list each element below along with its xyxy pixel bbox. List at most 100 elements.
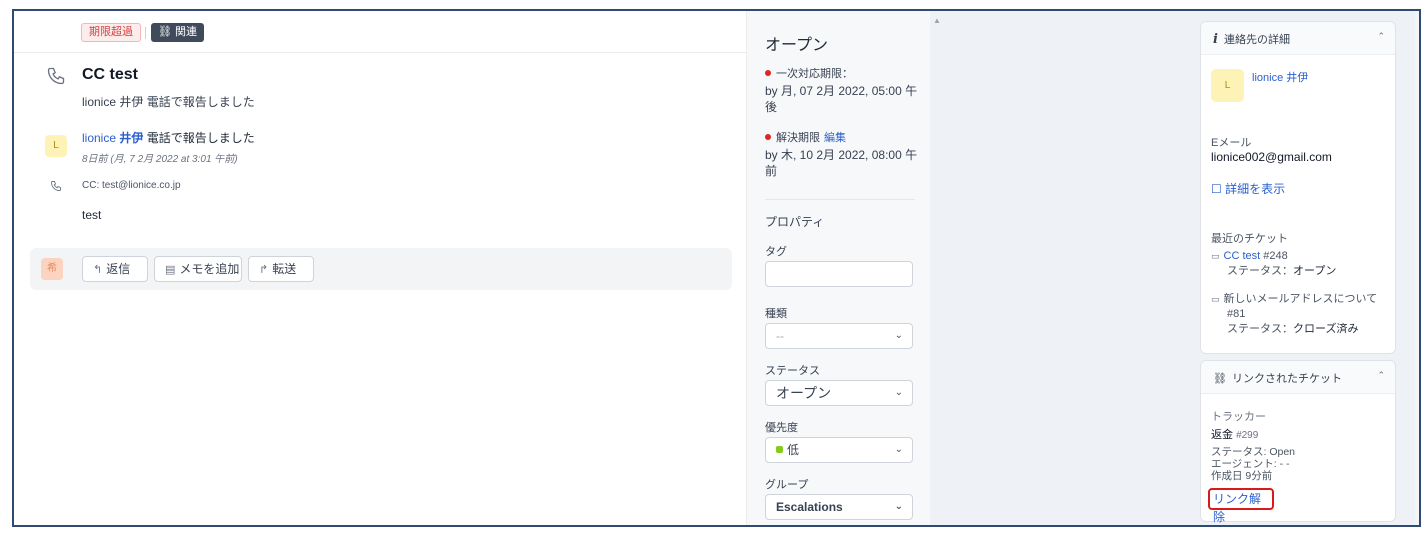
agent-avatar: 希 (41, 258, 63, 280)
reply-icon: ↰ (93, 264, 103, 276)
priority-value: 低 (787, 443, 800, 457)
contact-heading: 連絡先の詳細 (1223, 34, 1290, 46)
group-label: グループ (765, 479, 809, 491)
message-timestamp: 8日前 (月, 7 2月 2022 at 3:01 午前) (82, 154, 238, 165)
linked-ticket-agent: エージェント: - - (1211, 458, 1290, 470)
recent-ticket-title[interactable]: CC test (1224, 250, 1261, 262)
status-label: ステータス (765, 365, 820, 377)
linked-ticket-status: ステータス: Open (1211, 446, 1296, 458)
avatar: L (45, 135, 67, 157)
divider (765, 199, 915, 200)
view-details-link[interactable]: ☐ 詳細を表示 (1211, 180, 1285, 197)
add-note-button[interactable]: ▤ メモを追加 (154, 256, 242, 282)
ticket-icon: ▭ (1211, 251, 1220, 261)
resolution-due: by 木, 10 2月 2022, 08:00 午前 (765, 148, 918, 178)
first-response-text: 一次対応期限： (776, 68, 853, 80)
forward-icon: ↱ (259, 264, 269, 276)
resolution-text: 解決期限 (776, 132, 820, 144)
chevron-up-icon[interactable]: ⌃ (1377, 31, 1385, 42)
gutter (930, 11, 1200, 525)
recent-ticket-number: #81 (1227, 308, 1246, 320)
cc-line: CC: test@lionice.co.jp (82, 180, 181, 191)
priority-low-icon (776, 446, 783, 453)
reply-button[interactable]: ↰ 返信 (82, 256, 148, 282)
contact-card: i 連絡先の詳細 ⌃ L lionice 井伊 Eメール lionice002@g… (1200, 21, 1396, 354)
view-details-label: 詳細を表示 (1225, 182, 1286, 196)
overdue-dot-icon (765, 70, 771, 76)
chevron-down-icon: ⌄ (894, 444, 903, 455)
status-select[interactable]: オープン ⌄ (765, 380, 913, 406)
recent-ticket-item[interactable]: ▭ CC test #248 ステータス：オープン (1211, 249, 1391, 279)
forward-button[interactable]: ↱ 転送 (248, 256, 314, 282)
ticket-title: CC test (82, 66, 139, 83)
priority-select[interactable]: 低 ⌄ (765, 437, 913, 463)
recent-ticket-status: オープン (1293, 265, 1337, 277)
ticket-topbar: 期限超過 ⛓ 関連 (14, 11, 746, 53)
tracker-label: トラッカー (1211, 411, 1266, 423)
link-icon: ⛓ (1213, 373, 1227, 385)
linked-heading: リンクされたチケット (1231, 373, 1342, 385)
ticket-subtitle: lionice 井伊 電話で報告しました (82, 95, 255, 109)
chevron-down-icon: ⌄ (894, 330, 903, 341)
related-label: 関連 (175, 26, 198, 38)
recent-ticket-title[interactable]: 新しいメールアドレスについて (1224, 293, 1378, 305)
contact-card-header[interactable]: i 連絡先の詳細 ⌃ (1201, 22, 1395, 55)
right-sidebar: i 連絡先の詳細 ⌃ L lionice 井伊 Eメール lionice002@g… (1200, 11, 1419, 525)
first-response-label: 一次対応期限： (765, 65, 853, 81)
info-icon: i (1213, 32, 1218, 47)
external-link-icon: ☐ (1211, 182, 1226, 196)
group-value: Escalations (776, 500, 843, 514)
resolution-label: 解決期限 編集 (765, 129, 846, 145)
tags-input[interactable] (765, 261, 913, 287)
phone-icon (47, 67, 65, 85)
message-body: test (82, 208, 102, 222)
related-button[interactable]: ⛓ 関連 (151, 23, 205, 42)
first-response-due: by 月, 07 2月 2022, 05:00 午後 (765, 84, 918, 114)
note-icon: ▤ (165, 264, 176, 276)
properties-heading: プロパティ (765, 215, 825, 229)
email-label: Eメール (1211, 137, 1252, 149)
contact-name[interactable]: lionice 井伊 (1252, 69, 1308, 85)
app-frame: 期限超過 ⛓ 関連 CC test lionice 井伊 電話で報告しました L… (12, 9, 1421, 527)
message-header: lionice 井伊 電話で報告しました (82, 129, 255, 146)
ticket-icon: ▭ (1211, 294, 1220, 304)
recent-ticket-status: クローズ済み (1293, 323, 1359, 335)
tags-label: タグ (765, 246, 787, 258)
status-title: オープン (765, 37, 829, 54)
scroll-up-icon[interactable]: ▲ (933, 16, 941, 25)
group-select[interactable]: Escalations ⌄ (765, 494, 913, 520)
phone-icon (51, 181, 61, 191)
reply-label: 返信 (106, 262, 131, 276)
linked-ticket-number: #299 (1236, 430, 1259, 441)
recent-tickets-heading: 最近のチケット (1211, 233, 1288, 245)
unlink-button[interactable]: リンク解除 (1208, 488, 1274, 524)
type-value: -- (776, 329, 784, 343)
chevron-down-icon: ⌄ (894, 387, 903, 398)
recent-ticket-number: #248 (1263, 250, 1288, 262)
recent-ticket-item[interactable]: ▭ 新しいメールアドレスについて #81 ステータス：クローズ済み (1211, 292, 1391, 337)
author-first: lionice (82, 131, 117, 145)
forward-label: 転送 (272, 262, 297, 276)
chevron-up-icon[interactable]: ⌃ (1377, 370, 1385, 381)
conversation-pane: 期限超過 ⛓ 関連 CC test lionice 井伊 電話で報告しました L… (14, 11, 746, 525)
recent-ticket-status-label: ステータス： (1227, 323, 1293, 335)
edit-resolution-link[interactable]: 編集 (824, 132, 846, 144)
author-link[interactable]: lionice 井伊 (82, 131, 143, 145)
add-note-label: メモを追加 (179, 262, 240, 276)
scrollbar[interactable] (1415, 11, 1419, 525)
status-value: オープン (776, 385, 832, 401)
type-select[interactable]: -- ⌄ (765, 323, 913, 349)
chevron-down-icon: ⌄ (894, 501, 903, 512)
reply-bar: 希 ↰ 返信 ▤ メモを追加 ↱ 転送 (30, 248, 732, 290)
author-last: 井伊 (119, 131, 144, 145)
linked-ticket-title: 返金 (1211, 429, 1233, 441)
type-label: 種類 (765, 308, 787, 320)
linked-ticket-link[interactable]: 返金 #299 (1211, 426, 1258, 442)
overdue-badge: 期限超過 (81, 23, 141, 42)
linked-tickets-header[interactable]: ⛓ リンクされたチケット ⌃ (1201, 361, 1395, 394)
link-icon: ⛓ (158, 26, 176, 38)
overdue-dot-icon (765, 134, 771, 140)
message-action: 電話で報告しました (146, 131, 255, 145)
divider (145, 27, 146, 39)
recent-ticket-status-label: ステータス： (1227, 265, 1293, 277)
